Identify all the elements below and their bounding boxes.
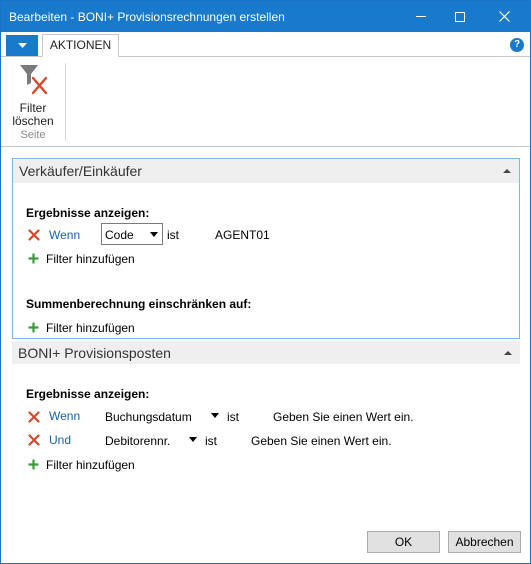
chevron-up-icon[interactable] [502,347,514,359]
filter-value[interactable]: Geben Sie einen Wert ein. [251,434,392,448]
add-filter-link[interactable]: Filter hinzufügen [46,458,135,472]
chevron-up-icon[interactable] [501,165,513,177]
clear-filter-button[interactable]: Filter löschen [9,61,57,128]
chevron-down-icon [17,42,27,48]
close-x-icon[interactable] [28,411,40,423]
ribbon-group-label: Seite [20,129,46,141]
filter-clear-icon [20,65,48,95]
clear-filter-label: Filter löschen [9,102,57,128]
field-select[interactable]: Buchungsdatum [105,410,192,424]
panel-salesperson: Verkäufer/Einkäufer [12,158,520,339]
close-icon [498,11,510,22]
close-button[interactable] [486,1,522,32]
minimize-icon [416,16,426,17]
filter-value[interactable]: AGENT01 [215,228,270,242]
filter-conjunction[interactable]: Wenn [49,228,80,242]
ribbon-tab-row: AKTIONEN ? [1,32,530,57]
dialog-window: Bearbeiten - BONI+ Provisionsrechnungen … [0,0,531,564]
panel-commission-header[interactable]: BONI+ Provisionsposten [12,341,520,364]
filter-conjunction[interactable]: Und [49,433,71,447]
results-title-1: Ergebnisse anzeigen: [26,206,150,220]
maximize-button[interactable] [442,1,478,32]
chevron-down-icon [150,232,158,237]
chevron-down-icon[interactable] [189,437,197,442]
field-select[interactable]: Code [101,223,163,245]
panel-commission-title: BONI+ Provisionsposten [18,345,171,361]
maximize-icon [455,11,465,22]
results-title-2: Ergebnisse anzeigen: [26,387,150,401]
filter-operator: ist [227,410,239,424]
filter-value[interactable]: Geben Sie einen Wert ein. [273,410,414,424]
plus-icon [28,253,39,264]
minimize-button[interactable] [403,1,439,32]
filter-conjunction[interactable]: Wenn [49,409,80,423]
app-menu-button[interactable] [6,35,38,56]
close-x-icon[interactable] [28,434,40,446]
clear-filter-label-line2: löschen [12,114,54,128]
add-filter-link[interactable]: Filter hinzufügen [46,321,135,335]
panel-salesperson-title: Verkäufer/Einkäufer [19,163,142,179]
window-title: Bearbeiten - BONI+ Provisionsrechnungen … [9,10,285,24]
filter-operator: ist [167,228,179,242]
ribbon: Filter löschen Seite [1,57,530,147]
tab-aktionen[interactable]: AKTIONEN [42,34,119,57]
filter-operator: ist [205,434,217,448]
panel-salesperson-header[interactable]: Verkäufer/Einkäufer [13,159,519,183]
field-select[interactable]: Debitorennr. [105,434,170,448]
ribbon-group-separator [65,63,66,141]
field-select-value: Code [105,228,134,242]
plus-icon [28,322,39,333]
sum-title: Summenberechnung einschränken auf: [26,297,252,311]
title-bar: Bearbeiten - BONI+ Provisionsrechnungen … [1,1,530,32]
add-filter-link[interactable]: Filter hinzufügen [46,252,135,266]
ok-button[interactable]: OK [367,531,440,553]
plus-icon [28,459,39,470]
help-icon[interactable]: ? [510,38,524,52]
cancel-button[interactable]: Abbrechen [448,531,521,553]
clear-filter-label-line1: Filter [19,101,47,115]
chevron-down-icon[interactable] [211,413,219,418]
close-x-icon[interactable] [28,229,40,241]
